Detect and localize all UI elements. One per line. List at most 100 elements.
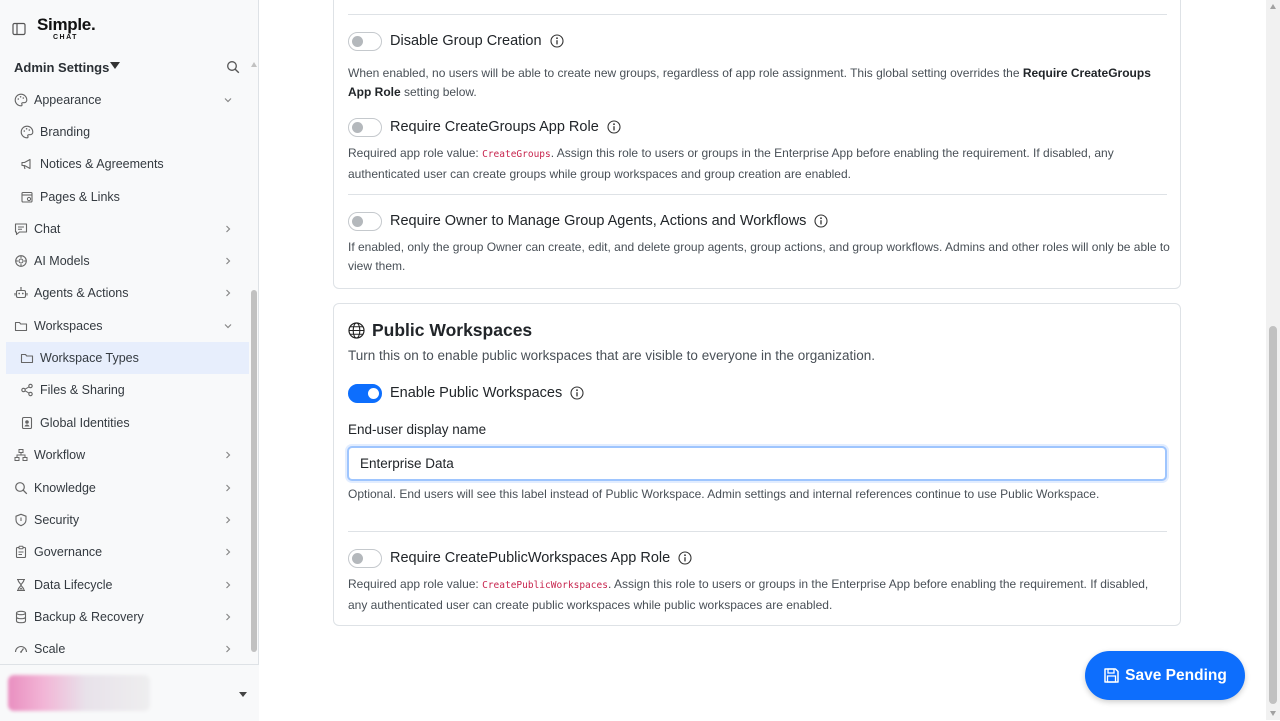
- sidebar-header: Simple. CHAT: [0, 0, 259, 58]
- chevron-right-icon[interactable]: [223, 580, 233, 590]
- sidebar-item-pages-links[interactable]: Pages & Links: [6, 181, 249, 213]
- workflow-icon: [14, 449, 28, 461]
- sidebar-item-global-identities[interactable]: Global Identities: [6, 407, 249, 439]
- info-icon[interactable]: [607, 120, 621, 134]
- folder-icon: [20, 353, 34, 364]
- toggle-knob: [352, 121, 363, 133]
- public-workspaces-description: Turn this on to enable public workspaces…: [348, 348, 876, 363]
- database-icon: [15, 610, 27, 624]
- sidebar-item-workspace-types[interactable]: Workspace Types: [6, 342, 249, 374]
- sidebar-item-workspaces[interactable]: Workspaces: [6, 310, 249, 342]
- sidebar-item-notices[interactable]: Notices & Agreements: [6, 148, 249, 180]
- enable-public-workspaces-row: Enable Public Workspaces: [348, 381, 584, 405]
- disable-group-creation-toggle[interactable]: [348, 31, 382, 51]
- info-icon[interactable]: [814, 214, 828, 228]
- clipboard-icon: [15, 545, 27, 559]
- chevron-down-icon[interactable]: [223, 321, 233, 331]
- main-content: Disable Group Creation When enabled, no …: [260, 0, 1266, 720]
- require-createpublic-toggle[interactable]: [348, 548, 382, 568]
- sidebar-item-data-lifecycle[interactable]: Data Lifecycle: [6, 569, 249, 601]
- section-title-text: Public Workspaces: [372, 319, 533, 340]
- info-icon[interactable]: [678, 551, 692, 565]
- chevron-right-icon[interactable]: [223, 547, 233, 557]
- floppy-icon: [1104, 668, 1119, 683]
- sidebar-item-label: Appearance: [34, 93, 102, 107]
- user-profile[interactable]: [0, 664, 259, 721]
- sidebar-item-branding[interactable]: Branding: [6, 116, 249, 148]
- sidebar-scrollbar[interactable]: [250, 60, 258, 660]
- display-name-help: Optional. End users will see this label …: [348, 487, 1100, 501]
- app-logo[interactable]: Simple. CHAT: [37, 15, 96, 41]
- sidebar-item-appearance[interactable]: Appearance: [6, 84, 249, 116]
- enable-public-workspaces-toggle[interactable]: [348, 383, 382, 403]
- require-creategroups-help: Required app role value: CreateGroups. A…: [348, 144, 1170, 183]
- scroll-down-icon[interactable]: [1270, 711, 1276, 716]
- chevron-right-icon[interactable]: [223, 288, 233, 298]
- info-icon[interactable]: [549, 34, 564, 48]
- sidebar-item-ai-models[interactable]: AI Models: [6, 245, 249, 277]
- folder-icon: [14, 321, 28, 332]
- sidebar-item-files-sharing[interactable]: Files & Sharing: [6, 374, 249, 406]
- sidebar-item-backup-recovery[interactable]: Backup & Recovery: [6, 601, 249, 633]
- caret-down-icon[interactable]: [110, 62, 120, 69]
- main-scroll-thumb[interactable]: [1269, 326, 1277, 704]
- gauge-icon: [14, 646, 28, 653]
- search-icon: [15, 482, 28, 495]
- scroll-up-icon[interactable]: [251, 62, 257, 67]
- sidebar-item-scale[interactable]: Scale: [6, 633, 249, 665]
- sidebar-item-label: Workspaces: [34, 319, 103, 333]
- cpu-icon: [15, 255, 27, 267]
- admin-settings-header[interactable]: Admin Settings: [14, 58, 244, 78]
- display-name-input[interactable]: [347, 446, 1167, 481]
- admin-settings-title: Admin Settings: [14, 60, 110, 75]
- save-pending-button[interactable]: Save Pending: [1085, 651, 1245, 700]
- search-icon[interactable]: [226, 60, 240, 74]
- sidebar-item-governance[interactable]: Governance: [6, 536, 249, 568]
- main-scrollbar[interactable]: [1266, 0, 1280, 720]
- sidebar-item-knowledge[interactable]: Knowledge: [6, 472, 249, 504]
- require-createpublic-help: Required app role value: CreatePublicWor…: [348, 575, 1170, 614]
- require-creategroups-toggle[interactable]: [348, 117, 382, 137]
- toggle-knob: [368, 387, 379, 399]
- caret-down-icon[interactable]: [239, 692, 247, 697]
- display-name-label: End-user display name: [348, 422, 487, 437]
- chevron-right-icon[interactable]: [223, 515, 233, 525]
- toggle-knob: [352, 35, 363, 47]
- sidebar-item-workflow[interactable]: Workflow: [6, 439, 249, 471]
- pages-icon: [21, 191, 33, 203]
- public-workspaces-title: Public Workspaces: [348, 318, 532, 342]
- chevron-right-icon[interactable]: [223, 224, 233, 234]
- require-owner-toggle[interactable]: [348, 211, 382, 231]
- disable-group-creation-help: When enabled, no users will be able to c…: [348, 64, 1170, 101]
- toggle-knob: [352, 552, 363, 564]
- chevron-right-icon[interactable]: [223, 612, 233, 622]
- sidebar-item-security[interactable]: Security: [6, 504, 249, 536]
- disable-group-creation-label: Disable Group Creation: [390, 33, 542, 49]
- robot-icon: [14, 287, 28, 299]
- scroll-up-icon[interactable]: [1270, 4, 1276, 9]
- role-code: CreatePublicWorkspaces: [482, 580, 608, 591]
- sidebar: Simple. CHAT Admin Settings Appearance B…: [0, 0, 259, 721]
- chevron-right-icon[interactable]: [223, 450, 233, 460]
- chevron-right-icon[interactable]: [223, 256, 233, 266]
- help-text: setting below.: [400, 84, 477, 99]
- globe-icon: [348, 321, 365, 339]
- require-owner-row: Require Owner to Manage Group Agents, Ac…: [348, 209, 828, 233]
- chevron-right-icon[interactable]: [223, 483, 233, 493]
- help-text: Required app role value:: [348, 577, 483, 591]
- logo-subtext: CHAT: [53, 34, 78, 41]
- divider: [348, 194, 1167, 195]
- sidebar-item-label: Data Lifecycle: [34, 578, 113, 592]
- sidebar-scroll-thumb[interactable]: [251, 290, 257, 652]
- sidebar-item-agents-actions[interactable]: Agents & Actions: [6, 277, 249, 309]
- sidebar-toggle-icon[interactable]: [12, 22, 26, 36]
- info-icon[interactable]: [570, 386, 584, 400]
- avatar[interactable]: [8, 675, 150, 711]
- logo-text: Simple.: [37, 15, 96, 34]
- hourglass-icon: [17, 578, 25, 592]
- chevron-right-icon[interactable]: [223, 644, 233, 654]
- sidebar-item-chat[interactable]: Chat: [6, 213, 249, 245]
- chevron-down-icon[interactable]: [223, 95, 233, 105]
- require-owner-help: If enabled, only the group Owner can cre…: [348, 240, 1170, 273]
- shield-icon: [15, 513, 27, 527]
